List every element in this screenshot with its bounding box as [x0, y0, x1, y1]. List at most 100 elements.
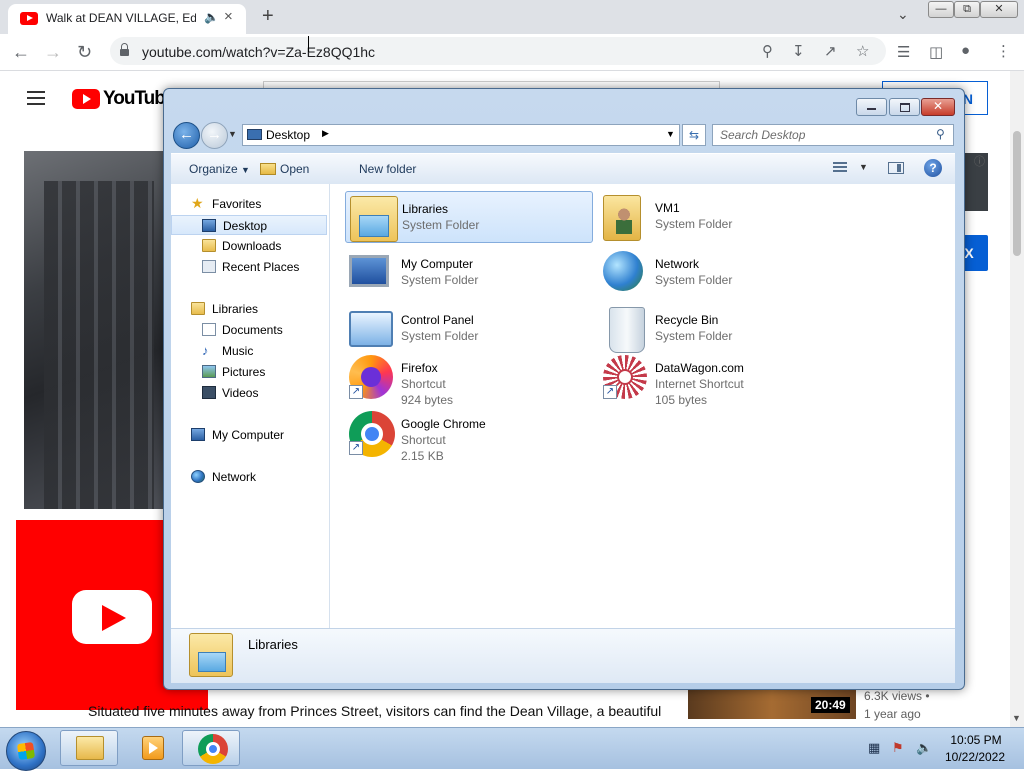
file-name: Control Panel: [401, 313, 474, 327]
file-item-firefox[interactable]: ↗ Firefox Shortcut 924 bytes: [345, 351, 593, 409]
nav-downloads[interactable]: Downloads: [171, 236, 327, 256]
file-item-datawagon[interactable]: ↗ DataWagon.com Internet Shortcut 105 by…: [599, 351, 847, 409]
window-minimize-button[interactable]: [856, 98, 887, 116]
nav-network[interactable]: Network: [171, 467, 327, 487]
search-icon[interactable]: ⚲: [936, 127, 945, 141]
nav-label: Documents: [222, 323, 283, 337]
window-maximize-button[interactable]: [889, 98, 920, 116]
browser-close-button[interactable]: ✕: [980, 1, 1018, 18]
new-folder-button[interactable]: New folder: [359, 162, 416, 176]
address-location[interactable]: Desktop: [266, 128, 310, 142]
video-description: Situated five minutes away from Princes …: [88, 703, 662, 719]
file-item-network[interactable]: Network System Folder: [599, 247, 847, 299]
nav-desktop[interactable]: Desktop: [171, 215, 327, 235]
browser-minimize-button[interactable]: —: [928, 1, 954, 18]
tray-volume-icon[interactable]: 🔈: [916, 740, 932, 756]
file-item-control-panel[interactable]: Control Panel System Folder: [345, 303, 593, 355]
control-panel-icon: [349, 311, 393, 347]
file-list: Libraries System Folder VM1 System Folde…: [330, 184, 955, 628]
details-pane: Libraries: [171, 628, 955, 683]
hamburger-menu-icon[interactable]: [27, 91, 45, 109]
info-icon[interactable]: ⓘ: [974, 153, 985, 169]
taskbar-chrome-button[interactable]: [182, 730, 240, 766]
media-controls-icon[interactable]: ☰: [897, 43, 910, 61]
share-icon[interactable]: ↗: [824, 42, 837, 60]
url-text[interactable]: youtube.com/watch?v=Za-Ez8QQ1hc: [142, 44, 375, 60]
clock-date[interactable]: 10/22/2022: [942, 750, 1008, 764]
nav-recent-places[interactable]: Recent Places: [171, 257, 327, 277]
chrome-menu-icon[interactable]: ⋮: [996, 42, 1011, 60]
explorer-forward-button[interactable]: →: [201, 122, 228, 149]
file-type: System Folder: [655, 217, 733, 231]
tray-network-icon[interactable]: ▦: [868, 740, 880, 756]
nav-documents[interactable]: Documents: [171, 320, 327, 340]
recent-pages-dropdown-icon[interactable]: ▼: [228, 129, 237, 139]
file-type: System Folder: [402, 218, 480, 232]
forward-arrow-icon[interactable]: →: [44, 42, 62, 63]
scrollbar-thumb[interactable]: [1013, 131, 1021, 256]
start-button[interactable]: [6, 731, 46, 771]
file-item-libraries[interactable]: Libraries System Folder: [345, 191, 593, 243]
tray-action-center-icon[interactable]: ⚑: [892, 740, 904, 756]
refresh-icon[interactable]: ⇆: [682, 124, 706, 146]
clock-time[interactable]: 10:05 PM: [946, 733, 1006, 747]
nav-libraries[interactable]: Libraries: [171, 299, 327, 319]
navigation-pane: ★ Favorites Desktop Downloads Recent Pla…: [171, 184, 330, 628]
explorer-address-bar[interactable]: Desktop ▶ ▼: [242, 124, 680, 146]
back-arrow-icon[interactable]: ←: [12, 42, 30, 63]
nav-music[interactable]: ♪ Music: [171, 341, 327, 361]
address-dropdown-icon[interactable]: ▼: [666, 129, 675, 139]
reload-icon[interactable]: ↻: [77, 42, 92, 63]
nav-my-computer[interactable]: My Computer: [171, 425, 327, 445]
computer-icon: [191, 428, 205, 441]
browser-restore-button[interactable]: ⧉: [954, 1, 980, 18]
computer-icon: [349, 255, 389, 287]
new-tab-plus-icon[interactable]: +: [262, 5, 274, 28]
libraries-icon: [191, 302, 205, 315]
explorer-folder-icon: [76, 736, 104, 760]
file-item-recycle-bin[interactable]: Recycle Bin System Folder: [599, 303, 847, 355]
taskbar-media-player-button[interactable]: [121, 730, 179, 766]
nav-label: Music: [222, 344, 254, 358]
install-app-icon[interactable]: ↧: [792, 42, 805, 60]
page-scrollbar[interactable]: ▼: [1010, 71, 1024, 727]
nav-videos[interactable]: Videos: [171, 383, 327, 403]
nav-pictures[interactable]: Pictures: [171, 362, 327, 382]
file-type: System Folder: [655, 273, 733, 287]
taskbar-explorer-button[interactable]: [60, 730, 118, 766]
nav-label: Videos: [222, 386, 259, 400]
preview-pane-icon[interactable]: [888, 162, 904, 174]
organize-button[interactable]: Organize ▼: [189, 162, 250, 176]
view-dropdown-icon[interactable]: ▼: [859, 162, 868, 172]
address-bar[interactable]: youtube.com/watch?v=Za-Ez8QQ1hc ⚲ ↧ ↗ ☆: [110, 37, 886, 65]
bookmark-star-icon[interactable]: ☆: [856, 42, 869, 60]
tab-close-icon[interactable]: ×: [224, 8, 233, 25]
explorer-search-input[interactable]: Search Desktop ⚲: [712, 124, 954, 146]
file-item-google-chrome[interactable]: ↗ Google Chrome Shortcut 2.15 KB: [345, 407, 593, 465]
youtube-favicon-icon: [20, 12, 38, 25]
tab-audio-icon[interactable]: 🔈: [204, 10, 219, 24]
help-icon[interactable]: ?: [924, 159, 942, 177]
browser-tab[interactable]: Walk at DEAN VILLAGE, Edin 🔈 ×: [8, 4, 246, 34]
file-name: Firefox: [401, 361, 438, 375]
change-view-icon[interactable]: [833, 162, 847, 174]
window-close-button[interactable]: ✕: [921, 98, 955, 116]
nav-favorites[interactable]: ★ Favorites: [171, 194, 327, 214]
explorer-back-button[interactable]: ←: [173, 122, 200, 149]
scroll-down-icon[interactable]: ▼: [1012, 713, 1021, 723]
browser-toolbar: ← → ↻ youtube.com/watch?v=Za-Ez8QQ1hc ⚲ …: [0, 34, 1024, 71]
media-player-icon: [142, 736, 164, 760]
open-button[interactable]: Open: [260, 162, 309, 176]
tab-search-chevron-icon[interactable]: ⌄: [897, 6, 909, 23]
profile-avatar-icon[interactable]: ●: [961, 42, 970, 59]
breadcrumb-arrow-icon[interactable]: ▶: [322, 128, 329, 139]
file-item-my-computer[interactable]: My Computer System Folder: [345, 247, 593, 299]
youtube-play-icon: [72, 590, 152, 644]
details-item-name: Libraries: [248, 637, 298, 652]
video-player[interactable]: [24, 151, 174, 509]
zoom-search-icon[interactable]: ⚲: [762, 42, 773, 60]
star-icon: ★: [191, 195, 204, 211]
file-item-vm1[interactable]: VM1 System Folder: [599, 191, 847, 243]
lock-icon[interactable]: [120, 43, 129, 56]
side-panel-icon[interactable]: ◫: [929, 43, 943, 61]
